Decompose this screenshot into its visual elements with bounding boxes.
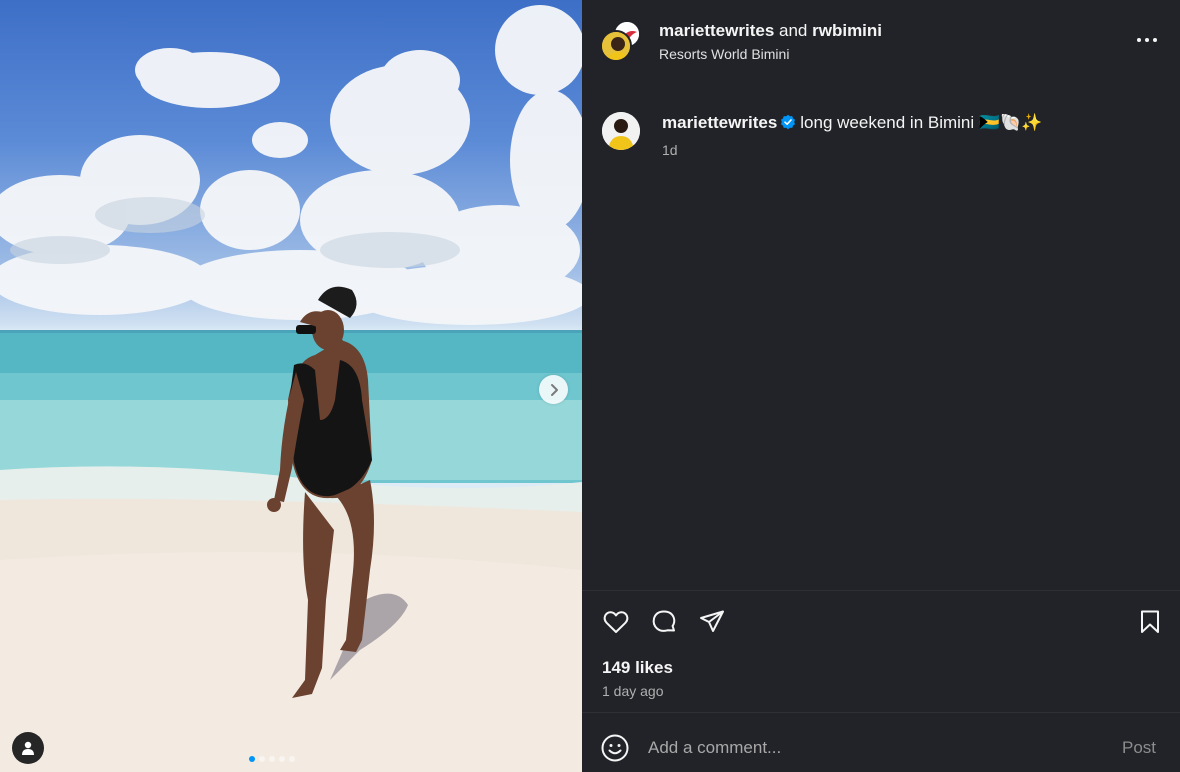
joiner-text: and (779, 21, 808, 40)
user2-link[interactable]: rwbimini (812, 21, 882, 40)
carousel-dot (279, 756, 285, 762)
share-button[interactable] (696, 606, 728, 638)
beach-photo (0, 5, 582, 772)
divider (582, 712, 1180, 713)
caption-emojis: 🇧🇸🐚✨ (978, 113, 1043, 132)
post-date[interactable]: 1 day ago (602, 683, 664, 699)
post-photo (0, 0, 582, 772)
likes-count[interactable]: 149 likes (602, 658, 673, 678)
comment-input[interactable] (648, 734, 1088, 762)
comment-bar: Post (582, 722, 1180, 772)
collaborators-line: mariettewrites and rwbimini (659, 21, 882, 41)
chevron-right-icon (550, 383, 558, 396)
caption-body: long weekend in Bimini (800, 113, 975, 132)
post-header: mariettewrites and rwbimini Resorts Worl… (582, 0, 1180, 78)
caption-timestamp[interactable]: 1d (662, 142, 678, 158)
location-link[interactable]: Resorts World Bimini (659, 46, 882, 62)
post-comment-button[interactable]: Post (1122, 738, 1156, 758)
like-button[interactable] (600, 606, 632, 638)
action-bar (582, 606, 1180, 642)
heart-icon (603, 611, 629, 633)
carousel-indicator (249, 756, 295, 762)
save-button[interactable] (1134, 606, 1166, 638)
bookmark-icon (1141, 610, 1159, 633)
caption-username[interactable]: mariettewrites (662, 113, 777, 132)
next-slide-button[interactable] (539, 375, 568, 404)
divider (582, 590, 1180, 591)
carousel-dot (289, 756, 295, 762)
smiley-icon (601, 734, 629, 762)
post-side-panel: mariettewrites and rwbimini Resorts Worl… (582, 0, 1180, 772)
comment-bubble-icon (652, 610, 676, 632)
caption-text: mariettewrites long weekend in Bimini 🇧🇸🐚… (662, 113, 1042, 133)
carousel-dot (269, 756, 275, 762)
comment-button[interactable] (648, 606, 680, 638)
tagged-people-button[interactable] (12, 732, 44, 764)
carousel-dot (249, 756, 255, 762)
caption-avatar[interactable] (602, 112, 640, 150)
profile-photo-icon (602, 112, 640, 150)
more-options-button[interactable] (1134, 30, 1160, 50)
profile-photo-icon (602, 32, 630, 60)
emoji-button[interactable] (600, 733, 630, 763)
carousel-dot (259, 756, 265, 762)
user1-link[interactable]: mariettewrites (659, 21, 774, 40)
person-tag-icon (22, 741, 34, 755)
collab-avatars[interactable] (600, 20, 642, 62)
send-icon (700, 610, 724, 632)
verified-badge-icon (781, 114, 796, 130)
mariettewrites-avatar[interactable] (600, 30, 632, 62)
header-text: mariettewrites and rwbimini Resorts Worl… (659, 21, 882, 62)
more-options-icon (1137, 38, 1157, 42)
